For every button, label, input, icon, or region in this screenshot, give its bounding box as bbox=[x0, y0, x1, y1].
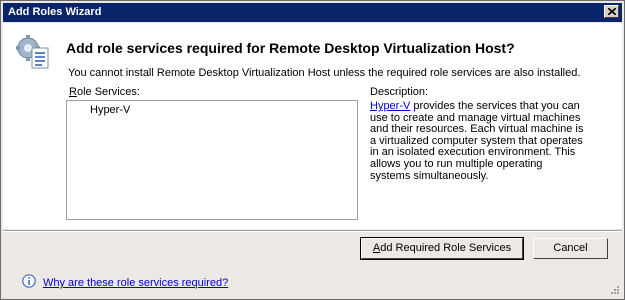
description-label: Description: bbox=[370, 86, 429, 98]
close-button[interactable] bbox=[604, 5, 619, 18]
window-title: Add Roles Wizard bbox=[8, 6, 102, 18]
dialog-subtext: You cannot install Remote Desktop Virtua… bbox=[68, 67, 581, 79]
cancel-button[interactable]: Cancel bbox=[533, 238, 608, 259]
add-required-role-services-button[interactable]: Add Required Role Services bbox=[360, 237, 524, 260]
resize-grip-icon[interactable] bbox=[608, 283, 620, 295]
role-services-label-hotkey: R bbox=[69, 86, 77, 98]
hyper-v-link[interactable]: Hyper-V bbox=[370, 100, 410, 112]
divider bbox=[3, 230, 622, 232]
role-services-list[interactable]: Hyper-V bbox=[66, 100, 358, 220]
footer: Why are these role services required? bbox=[3, 263, 622, 297]
role-services-label-rest: ole Services: bbox=[76, 86, 140, 98]
dialog-heading: Add role services required for Remote De… bbox=[66, 40, 515, 56]
list-item-hyper-v[interactable]: Hyper-V bbox=[88, 104, 132, 116]
description-text: Hyper-V provides the services that you c… bbox=[370, 100, 585, 182]
description-body: provides the services that you can use t… bbox=[370, 100, 584, 182]
role-services-icon bbox=[16, 35, 49, 69]
add-button-label: dd Required Role Services bbox=[380, 242, 512, 254]
role-services-label: Role Services: bbox=[69, 86, 140, 98]
close-icon bbox=[608, 8, 616, 15]
content-panel: Add role services required for Remote De… bbox=[3, 23, 622, 229]
info-icon bbox=[22, 274, 36, 288]
help-link[interactable]: Why are these role services required? bbox=[43, 277, 228, 289]
title-bar[interactable]: Add Roles Wizard bbox=[3, 3, 622, 22]
add-roles-wizard-dialog: Add Roles Wizard Add role services requi… bbox=[0, 0, 625, 300]
